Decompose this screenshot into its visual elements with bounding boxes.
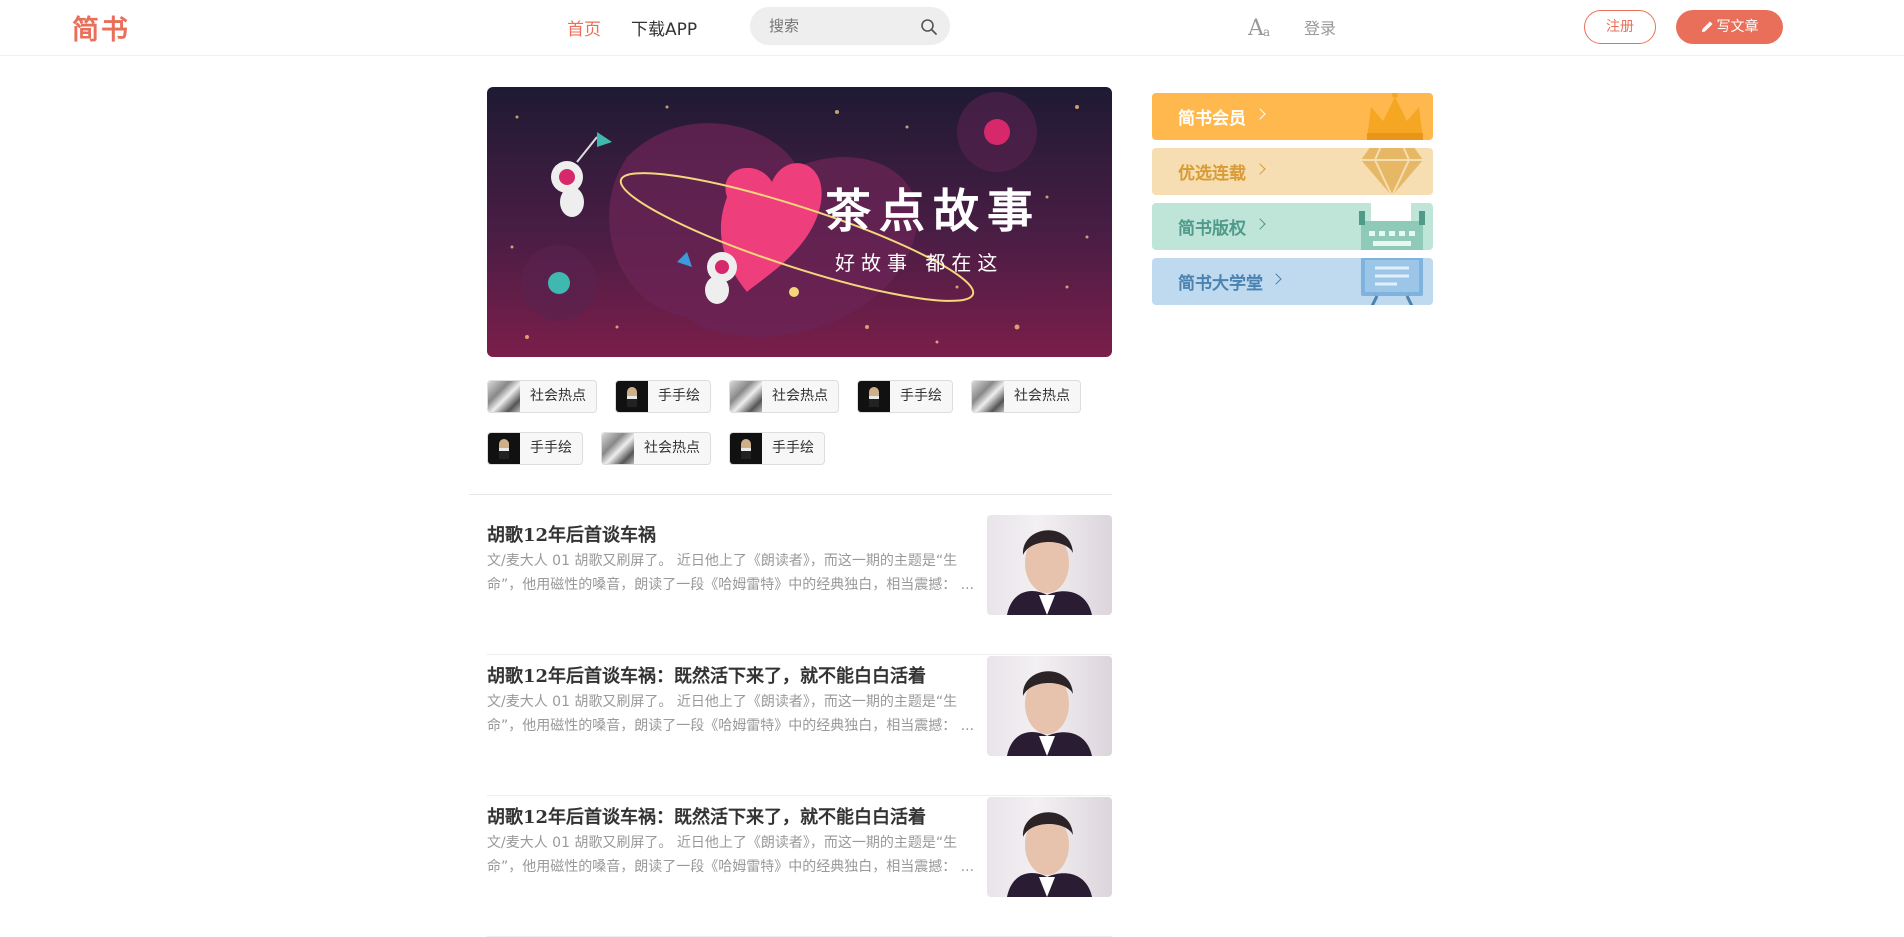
svg-text:a: a xyxy=(1263,25,1270,39)
article-item[interactable]: 胡歌12年后首谈车祸：既然活下来了，就不能白白活着 文/麦大人 01 胡歌又刷屏… xyxy=(487,656,1112,796)
topic-label: 手手绘 xyxy=(530,440,572,456)
sidebar-item-serial[interactable]: 优选连载 xyxy=(1152,148,1433,195)
article-thumbnail[interactable] xyxy=(987,515,1112,615)
sidebar-item-label: 简书会员 xyxy=(1178,109,1246,129)
article-item[interactable]: 胡歌12年后首谈车祸：既然活下来了，就不能白白活着 文/麦大人 01 胡歌又刷屏… xyxy=(487,797,1112,937)
sidebar-item-label: 简书大学堂 xyxy=(1178,274,1263,294)
article-thumbnail[interactable] xyxy=(987,797,1112,897)
write-article-label: 写文章 xyxy=(1716,19,1759,35)
font-size-icon[interactable]: A a xyxy=(1248,12,1274,40)
chevron-right-icon xyxy=(1270,273,1282,285)
topic-thumbnail xyxy=(602,433,634,464)
banner-carousel[interactable]: 茶点故事 好故事 都在这 xyxy=(487,87,1112,357)
article-title[interactable]: 胡歌12年后首谈车祸：既然活下来了，就不能白白活着 xyxy=(487,803,926,829)
article-abstract: 文/麦大人 01 胡歌又刷屏了。 近日他上了《朗读者》，而这一期的主题是“生命”… xyxy=(487,553,975,593)
topic-label: 社会热点 xyxy=(530,388,586,404)
crown-icon xyxy=(1367,93,1423,140)
article-thumbnail[interactable] xyxy=(987,656,1112,756)
sidebar-item-university[interactable]: 简书大学堂 xyxy=(1152,258,1433,305)
nav-download-app-link[interactable]: 下载APP xyxy=(631,15,697,40)
topic-label: 手手绘 xyxy=(658,388,700,404)
topic-thumbnail xyxy=(972,381,1004,412)
topic-label: 社会热点 xyxy=(1014,388,1070,404)
topic-thumbnail xyxy=(488,433,520,464)
topic-tag[interactable]: 手手绘 xyxy=(615,380,711,413)
search-box xyxy=(750,7,950,45)
topic-thumbnail xyxy=(488,381,520,412)
topic-thumbnail xyxy=(858,381,890,412)
typewriter-icon xyxy=(1359,203,1425,250)
topic-tag[interactable]: 手手绘 xyxy=(857,380,953,413)
pencil-icon xyxy=(1701,21,1712,32)
banner-title: 茶点故事 xyxy=(825,184,1041,238)
chevron-right-icon xyxy=(1254,108,1266,120)
sidebar-item-label: 优选连载 xyxy=(1178,164,1246,184)
top-navbar: 简书 首页 下载APP A a 登录 注册 写文章 xyxy=(0,0,1904,56)
topic-tag[interactable]: 社会热点 xyxy=(729,380,839,413)
topic-label: 社会热点 xyxy=(772,388,828,404)
blackboard-icon xyxy=(1361,258,1423,305)
topic-thumbnail xyxy=(730,381,762,412)
banner-subtitle: 好故事 都在这 xyxy=(835,251,1004,275)
topic-label: 手手绘 xyxy=(772,440,814,456)
topic-label: 社会热点 xyxy=(644,440,700,456)
divider xyxy=(469,494,1112,495)
chevron-right-icon xyxy=(1254,163,1266,175)
article-abstract: 文/麦大人 01 胡歌又刷屏了。 近日他上了《朗读者》，而这一期的主题是“生命”… xyxy=(487,694,975,734)
topic-thumbnail xyxy=(730,433,762,464)
sidebar-item-copyright[interactable]: 简书版权 xyxy=(1152,203,1433,250)
topic-thumbnail xyxy=(616,381,648,412)
topic-tag[interactable]: 社会热点 xyxy=(971,380,1081,413)
nav-home-link[interactable]: 首页 xyxy=(567,15,601,40)
search-icon[interactable] xyxy=(919,17,939,37)
article-item[interactable]: 胡歌12年后首谈车祸 文/麦大人 01 胡歌又刷屏了。 近日他上了《朗读者》，而… xyxy=(487,515,1112,655)
sidebar-item-label: 简书版权 xyxy=(1178,219,1246,239)
search-input[interactable] xyxy=(769,17,919,35)
write-article-button[interactable]: 写文章 xyxy=(1676,10,1783,44)
sidebar-item-membership[interactable]: 简书会员 xyxy=(1152,93,1433,140)
logo[interactable]: 简书 xyxy=(72,8,130,47)
topic-tag[interactable]: 手手绘 xyxy=(729,432,825,465)
article-abstract: 文/麦大人 01 胡歌又刷屏了。 近日他上了《朗读者》，而这一期的主题是“生命”… xyxy=(487,835,975,875)
topic-tag[interactable]: 社会热点 xyxy=(487,380,597,413)
topic-tag[interactable]: 社会热点 xyxy=(601,432,711,465)
article-title[interactable]: 胡歌12年后首谈车祸：既然活下来了，就不能白白活着 xyxy=(487,662,926,688)
login-link[interactable]: 登录 xyxy=(1304,15,1336,39)
register-button[interactable]: 注册 xyxy=(1584,10,1656,44)
topic-tag[interactable]: 手手绘 xyxy=(487,432,583,465)
chevron-right-icon xyxy=(1254,218,1266,230)
topic-label: 手手绘 xyxy=(900,388,942,404)
article-title[interactable]: 胡歌12年后首谈车祸 xyxy=(487,521,656,547)
diamond-icon xyxy=(1361,148,1423,195)
